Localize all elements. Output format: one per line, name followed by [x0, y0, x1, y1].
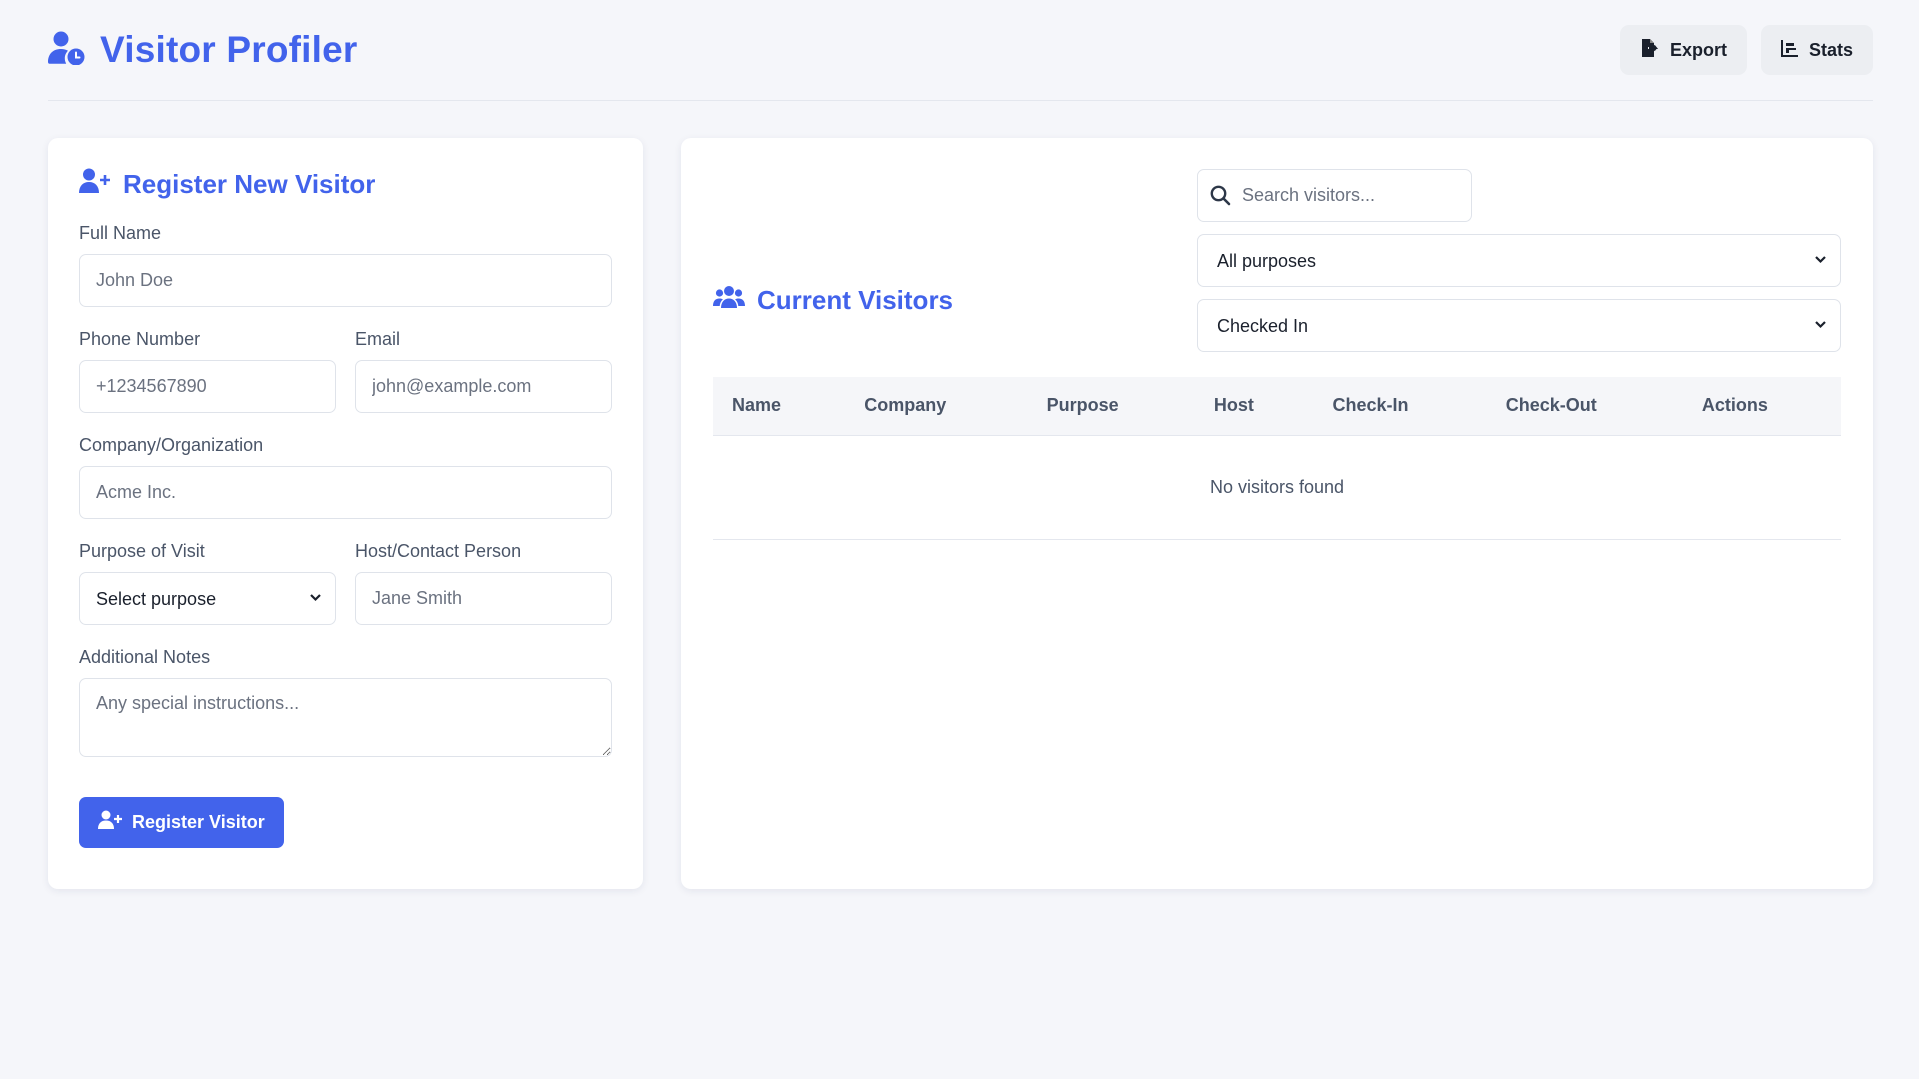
table-header-row: Name Company Purpose Host Check-In Check…: [713, 377, 1841, 436]
register-card: Register New Visitor Full Name Phone Num…: [48, 138, 643, 889]
full-name-label: Full Name: [79, 223, 162, 243]
host-label: Host/Contact Person: [355, 541, 522, 561]
column-header-check-in: Check-In: [1313, 377, 1487, 436]
email-label: Email: [355, 329, 401, 349]
notes-textarea[interactable]: [79, 678, 612, 757]
brand: Visitor Profiler: [48, 29, 358, 71]
company-field: Company/Organization: [79, 435, 612, 519]
user-clock-icon: [48, 31, 86, 70]
purpose-field: Purpose of Visit Select purpose: [79, 541, 336, 625]
register-form: Full Name Phone Number Email Company/Org…: [79, 223, 612, 848]
purpose-select[interactable]: Select purpose: [79, 572, 336, 625]
visitor-filters: All purposes Checked In: [1197, 169, 1841, 352]
empty-state-text: No visitors found: [713, 435, 1841, 540]
notes-field: Additional Notes: [79, 647, 612, 762]
notes-label: Additional Notes: [79, 647, 211, 667]
user-plus-icon: [98, 810, 122, 835]
host-input[interactable]: [355, 572, 612, 625]
export-label: Export: [1669, 39, 1727, 60]
file-export-icon: [1640, 38, 1660, 63]
export-button[interactable]: Export: [1619, 25, 1747, 75]
visitors-title-text: Current Visitors: [757, 285, 954, 315]
stats-label: Stats: [1808, 39, 1853, 60]
column-header-purpose: Purpose: [1027, 377, 1195, 436]
company-label: Company/Organization: [79, 435, 264, 455]
user-plus-icon: [79, 168, 111, 201]
register-title: Register New Visitor: [79, 168, 612, 201]
full-name-field: Full Name: [79, 223, 612, 307]
register-title-text: Register New Visitor: [123, 169, 376, 199]
column-header-check-out: Check-Out: [1486, 377, 1683, 436]
host-field: Host/Contact Person: [355, 541, 612, 625]
visitors-table: Name Company Purpose Host Check-In Check…: [713, 377, 1841, 540]
phone-field: Phone Number: [79, 329, 336, 413]
column-header-name: Name: [713, 377, 846, 436]
purpose-label: Purpose of Visit: [79, 541, 205, 561]
email-input[interactable]: [355, 360, 612, 413]
purpose-filter-select[interactable]: All purposes: [1197, 234, 1841, 287]
column-header-actions: Actions: [1682, 377, 1841, 436]
status-filter-select[interactable]: Checked In: [1197, 299, 1841, 352]
search-icon: [1210, 185, 1231, 211]
status-filter-wrap: Checked In: [1197, 299, 1841, 352]
chart-bar-icon: [1780, 39, 1799, 62]
column-header-host: Host: [1194, 377, 1314, 436]
app-header: Visitor Profiler Export Stats: [48, 0, 1873, 101]
search-input[interactable]: [1197, 169, 1472, 222]
column-header-company: Company: [845, 377, 1028, 436]
register-visitor-button[interactable]: Register Visitor: [79, 797, 284, 848]
search-box: [1197, 169, 1472, 222]
header-actions: Export Stats: [1619, 25, 1873, 75]
app-title: Visitor Profiler: [100, 29, 358, 70]
stats-button[interactable]: Stats: [1760, 25, 1873, 75]
email-field: Email: [355, 329, 612, 413]
company-input[interactable]: [79, 466, 612, 519]
phone-input[interactable]: [79, 360, 336, 413]
purpose-filter-wrap: All purposes: [1197, 234, 1841, 287]
full-name-input[interactable]: [79, 254, 612, 307]
visitors-title: Current Visitors: [713, 249, 953, 352]
users-icon: [713, 285, 745, 316]
phone-label: Phone Number: [79, 329, 201, 349]
register-visitor-label: Register Visitor: [132, 812, 265, 832]
empty-row: No visitors found: [713, 435, 1841, 540]
visitors-card: Current Visitors All purposes: [681, 138, 1873, 889]
